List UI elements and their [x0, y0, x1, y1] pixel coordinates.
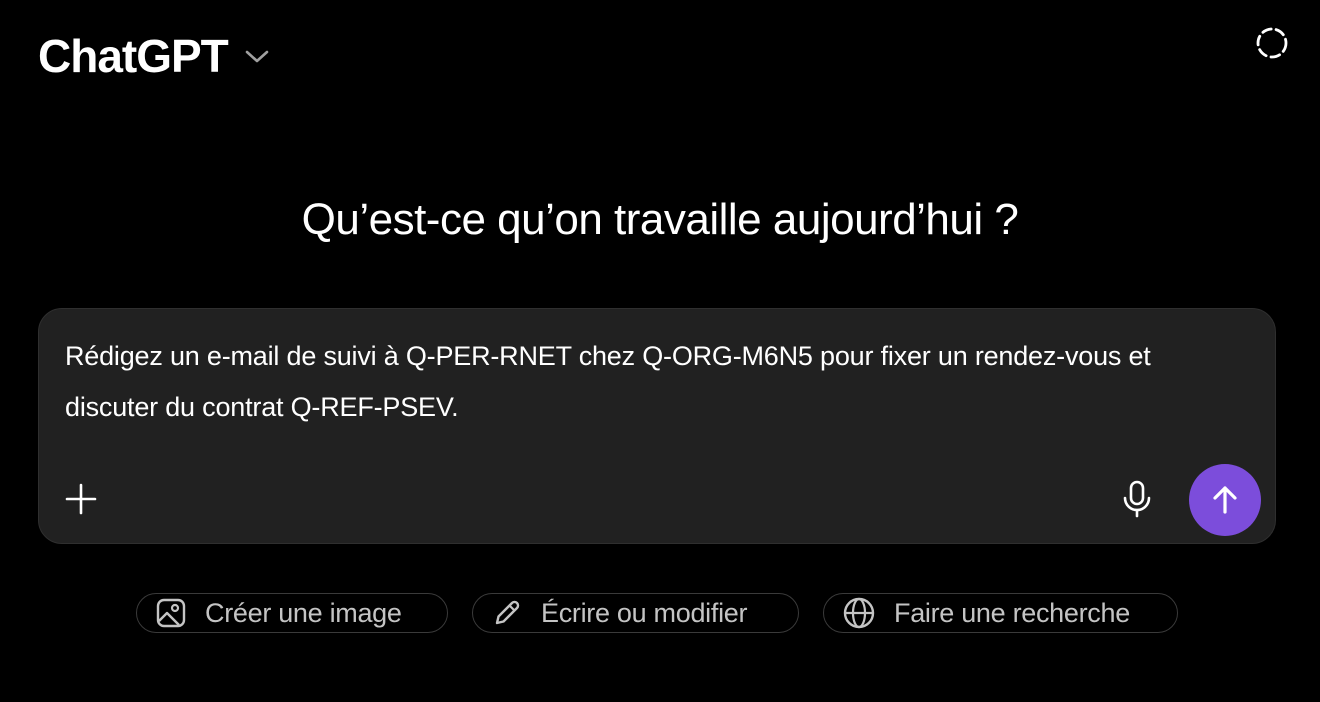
dictate-button[interactable] — [1115, 477, 1159, 521]
microphone-icon — [1123, 480, 1151, 518]
page-title: Qu’est-ce qu’on travaille aujourd’hui ? — [301, 195, 1019, 244]
suggestion-label: Faire une recherche — [894, 597, 1130, 628]
model-selector[interactable]: ChatGPT — [38, 26, 272, 86]
suggestion-chips: Créer une image Écrire ou modifier Faire… — [0, 593, 1320, 633]
suggestion-label: Écrire ou modifier — [541, 597, 748, 628]
temporary-chat-button[interactable] — [1254, 25, 1290, 61]
arrow-up-icon — [1213, 486, 1237, 514]
chevron-down-icon — [242, 41, 272, 71]
suggestion-create-image[interactable]: Créer une image — [136, 593, 448, 633]
suggestion-label: Créer une image — [205, 597, 402, 628]
send-button[interactable] — [1189, 464, 1261, 536]
suggestion-write-edit[interactable]: Écrire ou modifier — [472, 593, 799, 633]
pencil-icon — [495, 600, 520, 625]
dashed-circle-icon — [1256, 27, 1288, 59]
brand-title: ChatGPT — [38, 30, 229, 82]
globe-icon — [843, 597, 875, 629]
attach-button[interactable] — [61, 479, 101, 519]
plus-icon — [65, 483, 97, 515]
prompt-input[interactable]: Rédigez un e-mail de suivi à Q-PER-RNET … — [65, 331, 1235, 433]
prompt-composer: Rédigez un e-mail de suivi à Q-PER-RNET … — [38, 308, 1276, 544]
image-icon — [156, 598, 186, 628]
chat-page: ChatGPT Qu’est-ce qu’on travaille aujour… — [0, 0, 1320, 702]
suggestion-search[interactable]: Faire une recherche — [823, 593, 1178, 633]
